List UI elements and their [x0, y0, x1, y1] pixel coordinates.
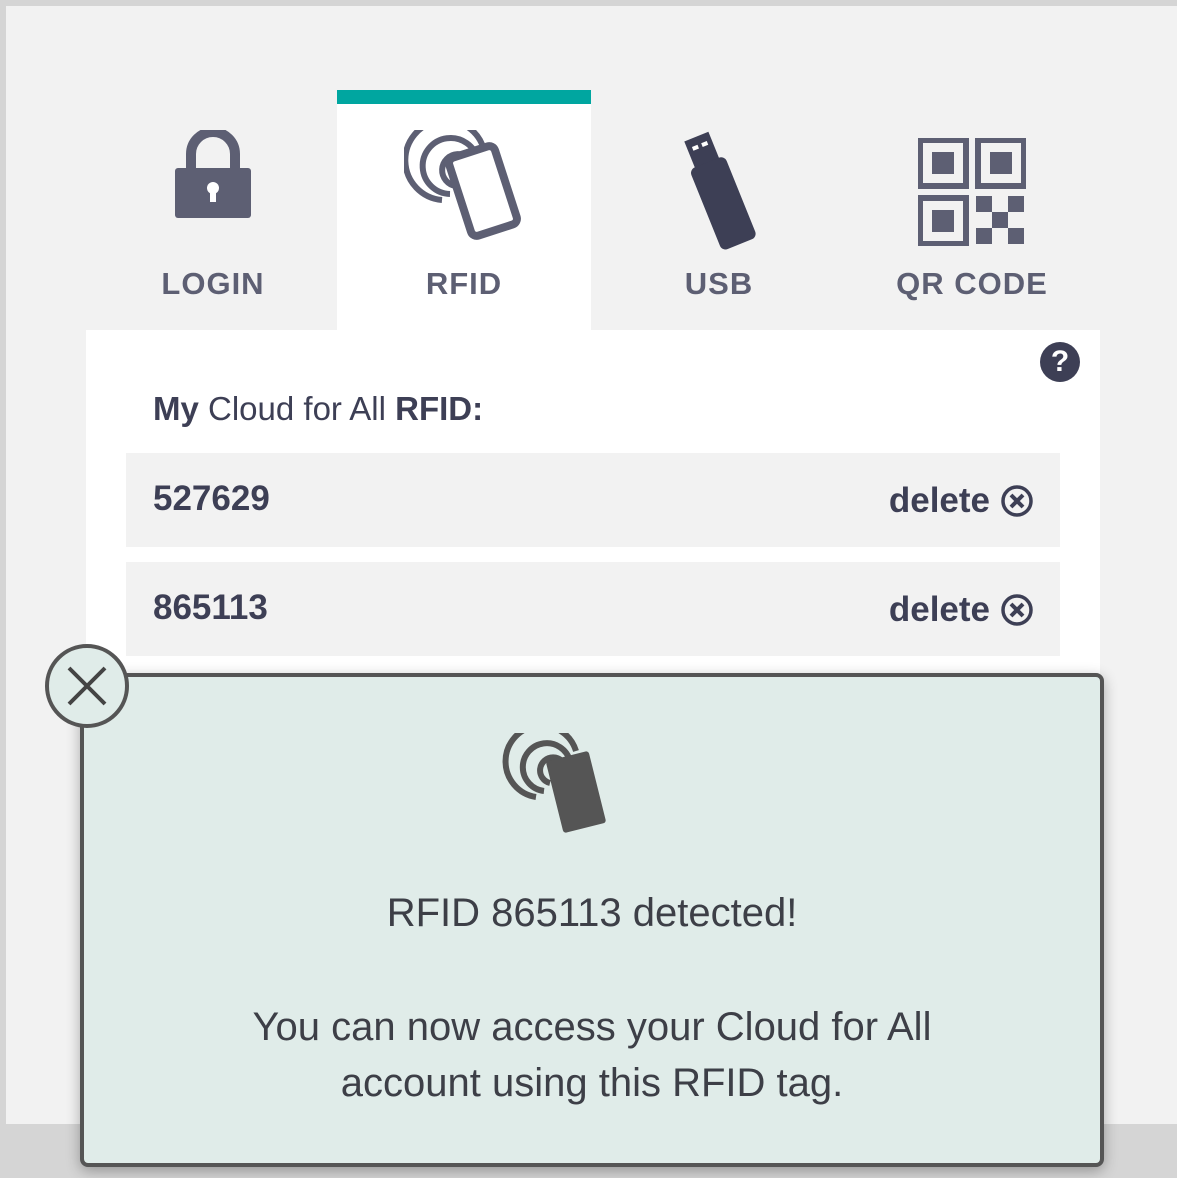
dialog-close-button[interactable]	[45, 644, 129, 728]
close-icon	[67, 666, 107, 706]
tab-qr-code[interactable]: QR CODE	[845, 90, 1099, 330]
rfid-card-icon	[337, 130, 591, 250]
tab-qr-code-label: QR CODE	[896, 266, 1048, 301]
usb-stick-icon	[592, 130, 846, 250]
rfid-row: 865113 delete	[126, 562, 1060, 656]
qr-code-icon	[845, 138, 1099, 258]
delete-button[interactable]: delete	[889, 481, 1034, 521]
rfid-number: 527629	[153, 479, 270, 518]
tab-login-label: LOGIN	[161, 266, 265, 301]
delete-label: delete	[888, 590, 990, 629]
tab-rfid[interactable]: RFID	[337, 90, 591, 330]
lock-icon	[86, 130, 340, 250]
heading-rfid: RFID:	[395, 390, 484, 427]
help-icon[interactable]: ?	[1040, 342, 1080, 382]
tab-rfid-label: RFID	[425, 266, 503, 301]
dialog-message-detected: RFID 865113 detected!	[386, 891, 798, 935]
tab-login[interactable]: LOGIN	[86, 90, 340, 330]
delete-circle-x-icon	[1001, 485, 1033, 517]
delete-button[interactable]: delete	[889, 590, 1034, 630]
rfid-detected-dialog: RFID 865113 detected! You can now access…	[80, 673, 1104, 1167]
tab-usb-label: USB	[684, 266, 754, 301]
tab-usb[interactable]: USB	[592, 90, 846, 330]
delete-label: delete	[888, 481, 990, 520]
dialog-message-access: You can now access your Cloud for All ac…	[252, 1005, 932, 1105]
panel-heading: My Cloud for All RFID:	[153, 390, 483, 428]
rfid-number: 865113	[153, 588, 268, 627]
rfid-card-icon	[502, 722, 612, 842]
heading-my: My	[153, 390, 199, 427]
rfid-row: 527629 delete	[126, 453, 1060, 547]
heading-cloud-for-all: Cloud for All	[208, 390, 386, 427]
delete-circle-x-icon	[1001, 594, 1033, 626]
